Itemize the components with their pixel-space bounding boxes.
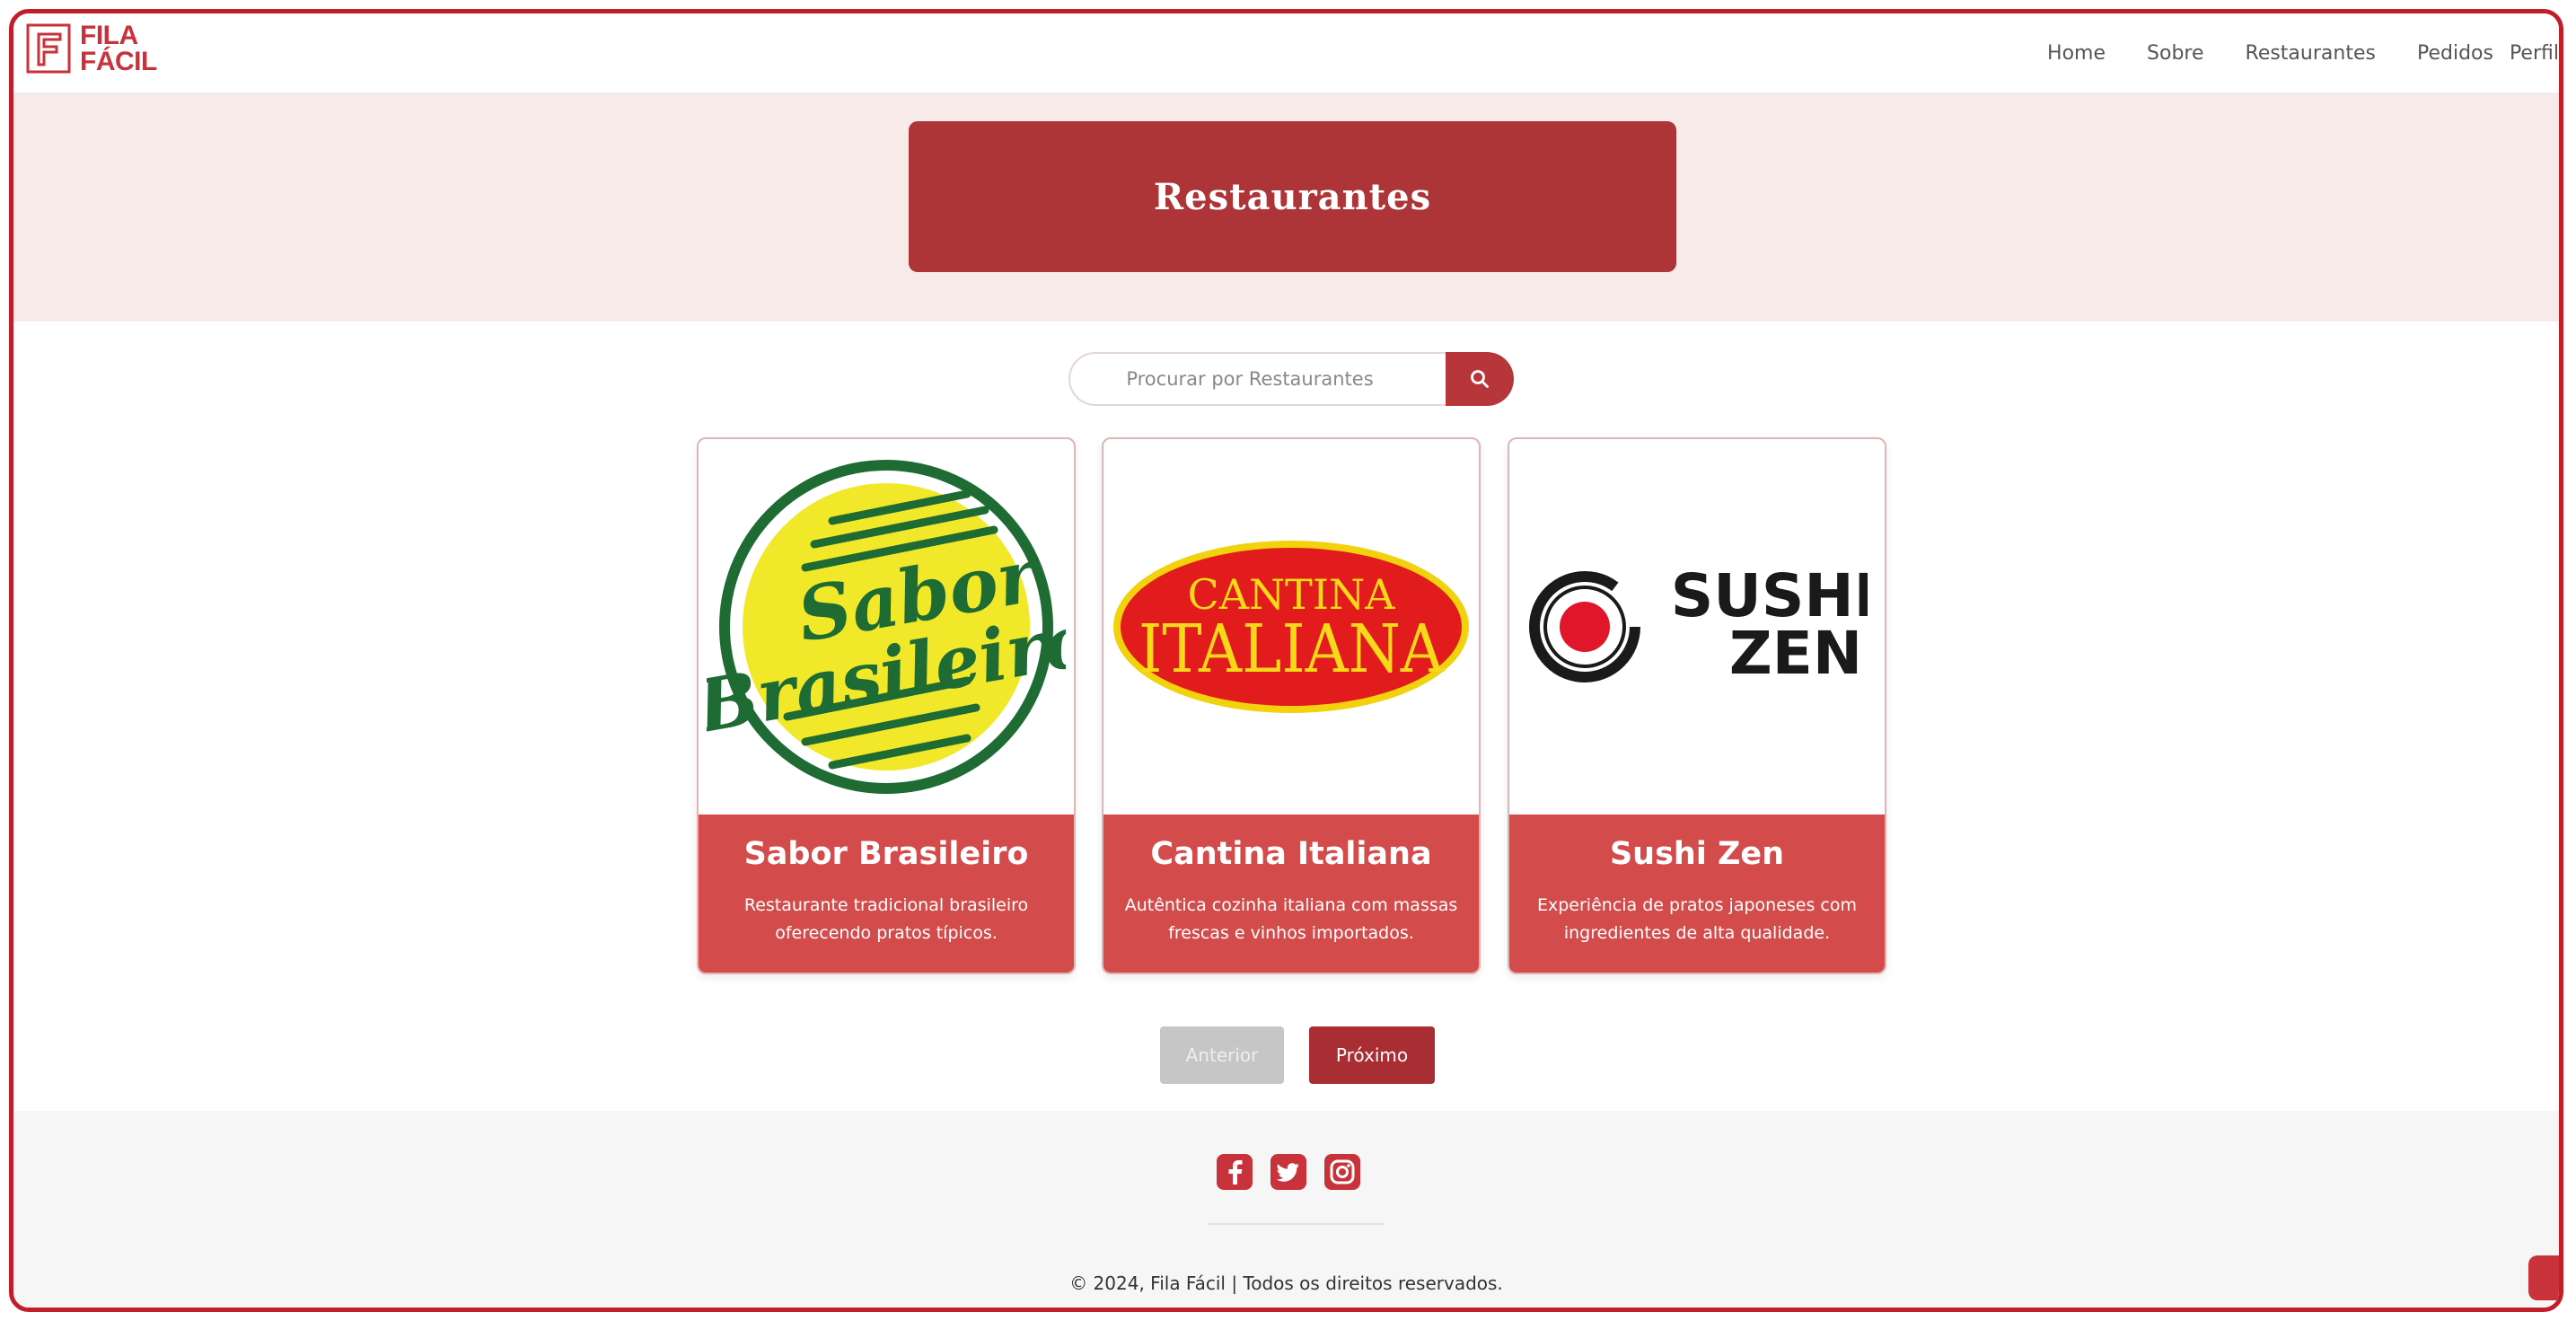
restaurant-card-sushi-zen[interactable]: SUSHI ZEN Sushi Zen Experiência de prato… — [1508, 437, 1886, 974]
twitter-icon[interactable] — [1270, 1154, 1306, 1190]
restaurant-description: Restaurante tradicional brasileiro ofere… — [743, 895, 1029, 943]
restaurant-name: Sushi Zen — [1609, 836, 1785, 872]
page-title: Restaurantes — [909, 121, 1676, 272]
card-body: Cantina Italiana Autêntica cozinha itali… — [1103, 815, 1479, 973]
restaurant-logo: CANTINA ITALIANA — [1103, 439, 1479, 815]
sushi-zen-logo-icon: SUSHI ZEN — [1529, 561, 1868, 688]
search-icon — [1471, 370, 1489, 388]
restaurant-description: Autêntica cozinha italiana com massas fr… — [1124, 895, 1458, 943]
social-links — [1217, 1154, 1378, 1190]
restaurant-card-cantina-italiana[interactable]: CANTINA ITALIANA Cantina Italiana Autênt… — [1102, 437, 1481, 974]
restaurant-name: Sabor Brasileiro — [743, 836, 1029, 872]
browser-frame: FILA FÁCIL Home Sobre Restaurantes Pedid… — [9, 9, 2563, 1312]
nav-perfil[interactable]: Perfil — [2510, 42, 2559, 65]
search-bar — [1068, 352, 1514, 406]
sabor-brasileiro-logo-icon: Sabor Brasileiro — [707, 460, 1066, 794]
brand-line-2: FÁCIL — [80, 47, 157, 76]
footer: © 2024, Fila Fácil | Todos os direitos r… — [13, 1111, 2559, 1308]
chat-widget-button[interactable] — [2528, 1255, 2559, 1300]
footer-divider — [1208, 1223, 1384, 1225]
restaurant-logo: SUSHI ZEN — [1509, 439, 1885, 815]
search-input[interactable] — [1068, 352, 1446, 406]
restaurant-name: Cantina Italiana — [1150, 836, 1432, 872]
facebook-icon[interactable] — [1217, 1154, 1253, 1190]
nav-home[interactable]: Home — [2047, 42, 2106, 65]
previous-button[interactable]: Anterior — [1160, 1026, 1284, 1084]
restaurant-card-sabor-brasileiro[interactable]: Sabor Brasileiro Sabor Brasileiro Restau… — [697, 437, 1076, 974]
brand-line-1: FILA — [80, 21, 138, 50]
navbar: FILA FÁCIL Home Sobre Restaurantes Pedid… — [13, 13, 2559, 94]
brand-logo[interactable]: FILA FÁCIL — [26, 22, 157, 75]
nav-links: Home Sobre Restaurantes Pedidos Perfil — [2006, 13, 2559, 92]
restaurant-logo: Sabor Brasileiro — [699, 439, 1074, 815]
logo-text-2: ITALIANA — [1139, 611, 1445, 688]
copyright-text: © 2024, Fila Fácil | Todos os direitos r… — [1069, 1273, 1503, 1294]
search-button[interactable] — [1446, 352, 1514, 406]
card-body: Sabor Brasileiro Restaurante tradicional… — [699, 815, 1074, 973]
instagram-icon[interactable] — [1324, 1154, 1360, 1190]
nav-restaurantes[interactable]: Restaurantes — [2246, 42, 2376, 65]
card-body: Sushi Zen Experiência de pratos japonese… — [1509, 815, 1885, 973]
brand-name: FILA FÁCIL — [80, 22, 157, 75]
restaurant-description: Experiência de pratos japoneses com ingr… — [1537, 895, 1857, 943]
hero-section: Restaurantes — [13, 94, 2559, 321]
nav-pedidos[interactable]: Pedidos — [2417, 42, 2493, 65]
fila-facil-logo-icon — [26, 23, 71, 74]
logo-text-2: ZEN — [1729, 619, 1862, 688]
next-button[interactable]: Próximo — [1309, 1026, 1435, 1084]
nav-sobre[interactable]: Sobre — [2147, 42, 2204, 65]
cantina-italiana-logo-icon: CANTINA ITALIANA — [1113, 541, 1469, 713]
